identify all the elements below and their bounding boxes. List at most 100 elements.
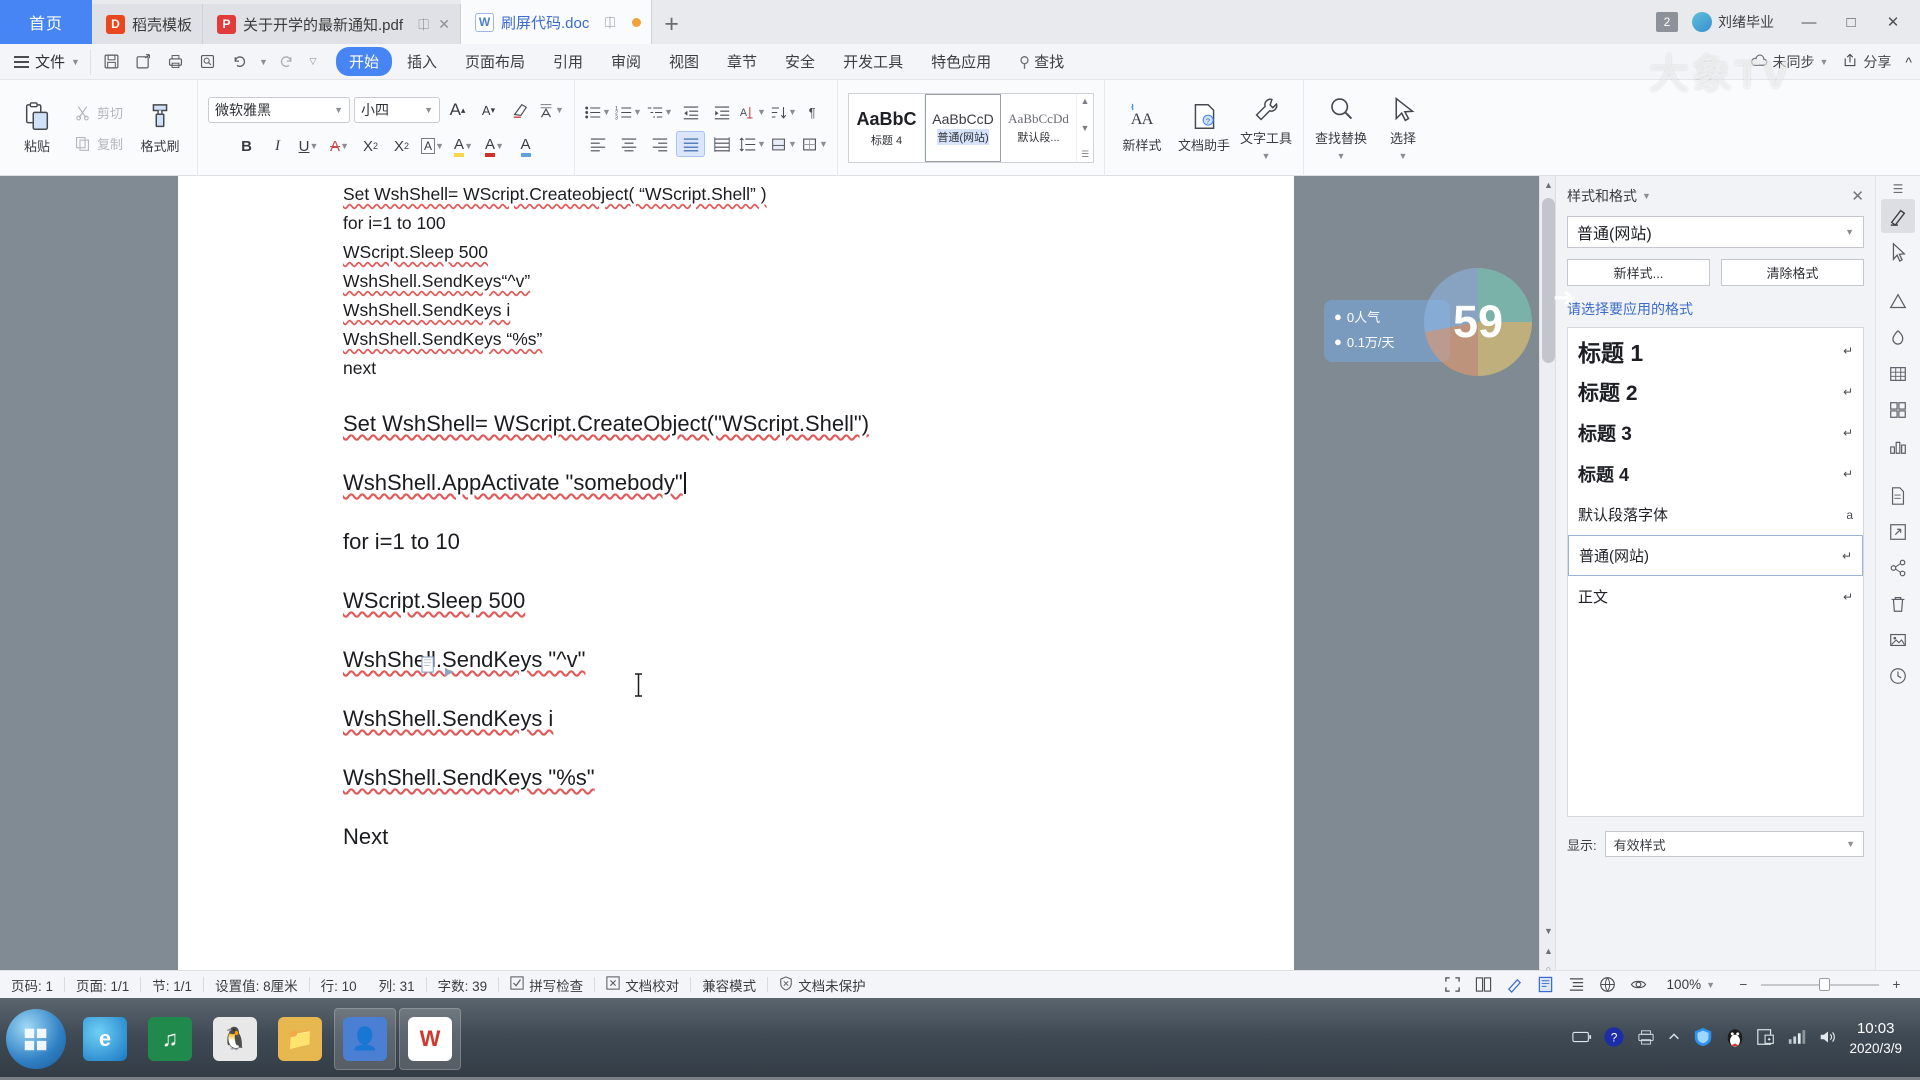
style-list-item-default-para-font[interactable]: 默认段落字体 a [1568,494,1863,535]
font-size-combo[interactable]: 小四 ▼ [354,97,441,123]
rail-collapse-icon[interactable]: ☰ [1882,181,1915,197]
borders-button[interactable]: ▼ [800,131,829,157]
undo-icon[interactable] [225,49,255,75]
expand-gallery-icon[interactable]: ☰ [1081,149,1089,160]
style-gallery-item-heading4[interactable]: AaBbC 标题 4 [849,94,926,162]
selection-pane-icon[interactable] [1881,235,1915,269]
print-icon[interactable] [161,49,191,75]
style-list-item-normal-web[interactable]: 普通(网站) ↵ [1568,535,1863,576]
bold-button[interactable]: B [233,133,260,159]
distribute-button[interactable] [707,131,736,157]
share-pane-icon[interactable] [1881,551,1915,585]
ribbon-tab-view[interactable]: 视图 [656,47,712,76]
status-page-number[interactable]: 页码: 1 [0,975,64,995]
align-center-button[interactable] [614,131,643,157]
sort-button[interactable]: ▼ [769,99,798,125]
style-gallery-item-default-para[interactable]: AaBbCcDd 默认段... [1001,94,1078,162]
shrink-font-button[interactable]: A ▾ [475,97,502,123]
security-shield-icon[interactable] [1692,1026,1714,1053]
volume-icon[interactable] [1818,1028,1838,1051]
clear-format-icon[interactable] [506,97,533,123]
ink-pane-icon[interactable] [1881,321,1915,355]
ribbon-tab-review[interactable]: 审阅 [598,47,654,76]
file-pane-icon[interactable] [1881,479,1915,513]
network-icon[interactable] [1787,1028,1807,1050]
status-document-protection[interactable]: 文档未保护 [768,975,877,995]
status-section[interactable]: 节: 1/1 [141,975,203,995]
zoom-slider[interactable] [1761,975,1879,995]
scroll-down-icon[interactable]: ▼ [1081,123,1090,133]
zoom-out-button[interactable]: − [1730,974,1757,996]
status-spellcheck[interactable]: 拼写检查 [499,975,594,995]
maximize-button[interactable]: □ [1830,7,1872,37]
printer-icon[interactable] [1636,1029,1656,1050]
pane-close-icon[interactable]: ✕ [1851,187,1864,205]
new-style-pane-button[interactable]: 新样式... [1567,259,1710,286]
status-position[interactable]: 设置值: 8厘米 [204,975,309,995]
style-list-item-heading3[interactable]: 标题 3 ↵ [1568,412,1863,453]
char-border-button[interactable]: A ▼ [419,133,446,159]
tab-docer-template[interactable]: D 稻壳模板 [92,4,204,44]
qq-app-icon[interactable]: 🐧 [204,1008,266,1070]
pinyin-guide-icon[interactable]: ▼ [537,97,564,123]
increase-indent-button[interactable] [707,99,736,125]
cloud-pane-icon[interactable] [1881,659,1915,693]
tab-home[interactable]: 首页 [0,0,92,44]
paste-button[interactable]: 粘贴 [6,85,68,171]
style-gallery-item-normal-web[interactable]: AaBbCcD 普通(网站) [925,94,1002,162]
notification-badge[interactable]: 2 [1656,12,1678,32]
status-row[interactable]: 行: 10 [310,975,368,995]
numbering-button[interactable]: 1 2 3 ▼ [614,99,643,125]
tab-pin-icon[interactable]: ⎅ [604,14,615,31]
screenshot-icon[interactable] [1756,1027,1776,1052]
text-tools-button[interactable]: 文字工具 ▼ [1235,85,1297,171]
file-menu-button[interactable]: 文件 ▼ [0,51,90,72]
qq-tray-icon[interactable] [1725,1026,1745,1053]
asian-layout-button[interactable]: A ▼ [738,99,767,125]
align-right-button[interactable] [645,131,674,157]
style-list-item-heading2[interactable]: 标题 2 ↵ [1568,371,1863,412]
sync-status-button[interactable]: 未同步 ▼ [1750,52,1828,72]
ribbon-tab-page-layout[interactable]: 页面布局 [452,47,538,76]
select-button[interactable]: 选择 ▼ [1372,85,1434,171]
find-replace-button[interactable]: 查找替换 ▼ [1310,85,1372,171]
align-left-button[interactable] [583,131,612,157]
page-layout-view-icon[interactable] [1532,974,1559,996]
show-filter-select[interactable]: 有效样式 ▼ [1604,831,1864,857]
show-hidden-icons-icon[interactable] [1667,1030,1681,1049]
show-marks-button[interactable]: ¶ [800,99,829,125]
paste-options-icon[interactable]: ▶ [421,656,453,678]
tab-close-icon[interactable]: ✕ [438,16,450,33]
outline-view-icon[interactable] [1563,974,1590,996]
format-painter-button[interactable]: 格式刷 [129,85,191,171]
tab-pin-icon[interactable]: ⎅ [418,16,429,33]
multilevel-list-button[interactable]: ▼ [645,99,674,125]
collapse-ribbon-button[interactable]: ^ [1905,54,1912,70]
media-player-icon[interactable]: ♫ [139,1008,201,1070]
start-button[interactable] [6,1009,66,1069]
cut-button[interactable]: 剪切 [68,101,129,124]
ribbon-tab-section[interactable]: 章节 [714,47,770,76]
char-shading-button[interactable]: A [512,133,539,159]
font-color-button[interactable]: A ▼ [481,133,508,159]
clear-format-pane-button[interactable]: 清除格式 [1721,259,1864,286]
status-column[interactable]: 列: 31 [368,975,426,995]
new-style-button[interactable]: AA 新样式 [1111,85,1173,171]
chart-pane-icon[interactable] [1881,429,1915,463]
table-pane-icon[interactable] [1881,357,1915,391]
user-account[interactable]: 刘绪毕业 [1684,12,1782,32]
minimize-button[interactable]: — [1788,7,1830,37]
zoom-level[interactable]: 100% ▼ [1656,977,1726,992]
tab-word-document[interactable]: W 刷屏代码.doc ⎅ [460,0,652,44]
font-family-combo[interactable]: 微软雅黑 ▼ [208,97,351,123]
zoom-in-button[interactable]: + [1883,974,1910,996]
ribbon-tab-featured-apps[interactable]: 特色应用 [918,47,1004,76]
recycle-pane-icon[interactable] [1881,587,1915,621]
ribbon-tab-find[interactable]: ⚲ 查找 [1006,47,1077,76]
zoom-slider-knob[interactable] [1819,978,1830,991]
subscript-button[interactable]: X2 [388,133,415,159]
grid-pane-icon[interactable] [1881,393,1915,427]
status-compatibility-mode[interactable]: 兼容模式 [691,975,767,995]
print-preview-icon[interactable] [193,49,223,75]
help-icon[interactable]: ? [1603,1026,1625,1053]
